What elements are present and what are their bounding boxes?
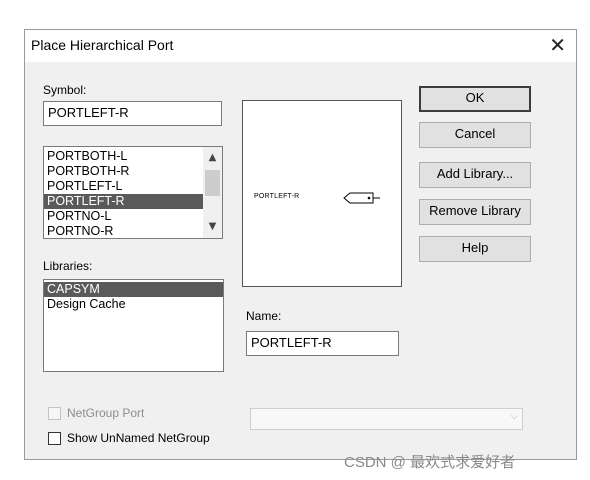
show-unnamed-netgroup-checkbox[interactable]: [48, 432, 61, 445]
remove-library-button[interactable]: Remove Library: [419, 199, 531, 225]
symbol-preview: PORTLEFT-R: [242, 100, 402, 287]
symbol-list-item[interactable]: PORTLEFT-R: [44, 194, 203, 209]
netgroup-port-checkbox[interactable]: [48, 407, 61, 420]
preview-port-label: PORTLEFT-R: [254, 193, 300, 200]
symbol-input[interactable]: PORTLEFT-R: [43, 101, 222, 126]
symbol-list-item[interactable]: PORTBOTH-L: [44, 149, 203, 164]
netgroup-combobox[interactable]: ⌵: [250, 408, 523, 430]
chevron-down-icon[interactable]: ⌵: [510, 411, 518, 422]
add-library-button[interactable]: Add Library...: [419, 162, 531, 188]
name-label: Name:: [246, 309, 282, 323]
libraries-listbox[interactable]: CAPSYM Design Cache: [43, 279, 224, 372]
help-button[interactable]: Help: [419, 236, 531, 262]
watermark-text: CSDN @ 最欢式求爱好者: [344, 454, 516, 471]
symbol-label: Symbol:: [43, 83, 87, 97]
libraries-label: Libraries:: [43, 259, 93, 273]
symbol-list-item[interactable]: PORTLEFT-L: [44, 179, 203, 194]
library-list-item[interactable]: CAPSYM: [44, 282, 223, 297]
dialog-title: Place Hierarchical Port: [31, 37, 174, 53]
scroll-up-icon[interactable]: ▲: [203, 149, 222, 167]
place-hierarchical-port-dialog: Place Hierarchical Port ✕ Symbol: PORTLE…: [24, 29, 577, 460]
scroll-down-icon[interactable]: ▼: [203, 218, 222, 236]
symbol-list-item[interactable]: PORTBOTH-R: [44, 164, 203, 179]
symbol-listbox[interactable]: PORTBOTH-L PORTBOTH-R PORTLEFT-L PORTLEFT-R…: [43, 146, 223, 239]
name-input[interactable]: PORTLEFT-R: [246, 331, 399, 356]
ok-button[interactable]: OK: [419, 86, 531, 112]
title-bar: Place Hierarchical Port ✕: [25, 30, 576, 62]
close-icon[interactable]: ✕: [549, 33, 566, 57]
library-list-item[interactable]: Design Cache: [44, 297, 223, 312]
show-unnamed-netgroup-label: Show UnNamed NetGroup: [67, 431, 210, 445]
symbol-list-item[interactable]: PORTNO-R: [44, 224, 203, 238]
scroll-thumb[interactable]: [205, 170, 220, 196]
port-symbol-icon: [343, 192, 380, 204]
netgroup-port-label: NetGroup Port: [67, 406, 145, 420]
cancel-button[interactable]: Cancel: [419, 122, 531, 148]
symbol-list-scrollbar[interactable]: ▲ ▼: [203, 147, 222, 238]
symbol-list-item[interactable]: PORTNO-L: [44, 209, 203, 224]
